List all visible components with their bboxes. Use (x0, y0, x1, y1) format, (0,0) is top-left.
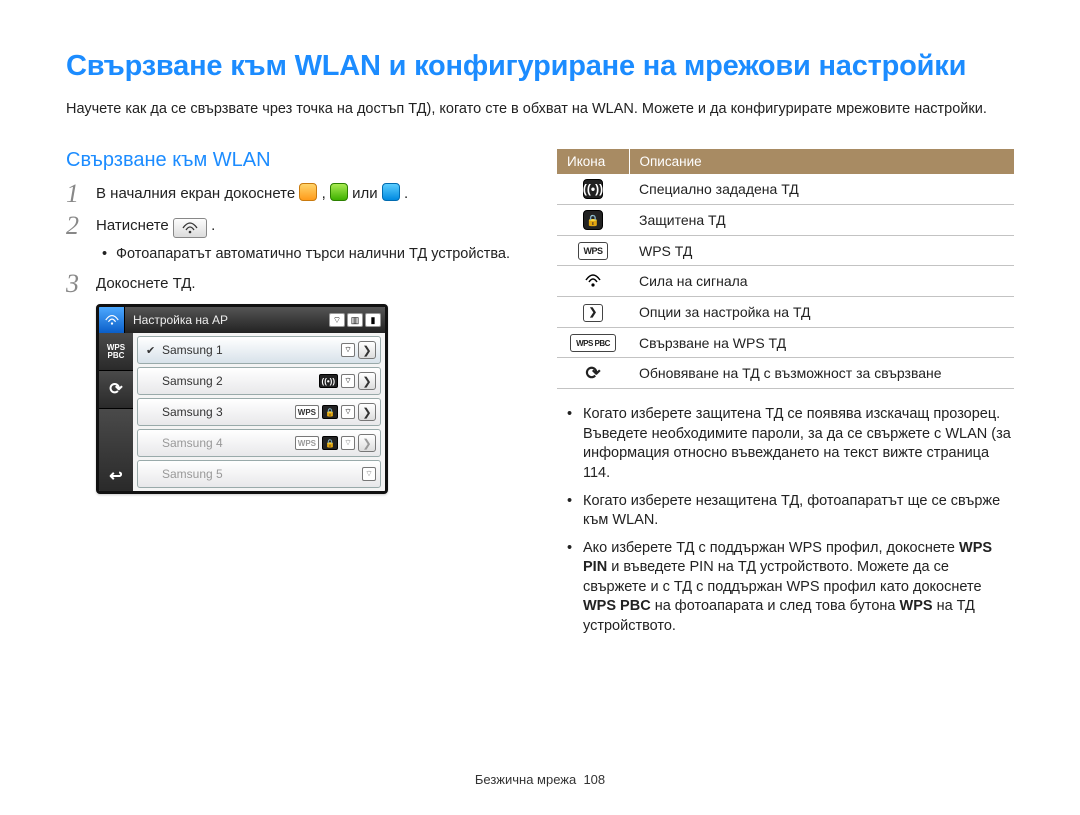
ap-setup-screenshot: Настройка на AP ⌔ ▥ ▮ WPS PBC ⟳ ↩ ✔Samsu… (96, 304, 388, 494)
ap-list: ✔Samsung 1⌔❯Samsung 2((•))⌔❯Samsung 3WPS… (133, 333, 385, 491)
step-1: 1 В началния екран докоснете , или . (66, 182, 523, 206)
icon-cell: 🔒 (557, 205, 629, 236)
ap-options-arrow[interactable]: ❯ (358, 434, 376, 452)
ap-list-row[interactable]: Samsung 5⌔ (137, 460, 381, 488)
ap-name: Samsung 5 (162, 467, 362, 481)
icon-cell (557, 266, 629, 297)
icon-legend-table: Икона Описание ((•)) Специално зададена Т… (557, 149, 1014, 389)
ap-list-row[interactable]: Samsung 2((•))⌔❯ (137, 367, 381, 395)
step-1-text-d: . (404, 185, 408, 202)
status-battery-icon: ▮ (365, 313, 381, 327)
th-icon: Икона (557, 149, 629, 174)
wifi-signal-icon (583, 271, 603, 291)
arrow-right-icon: ❯ (583, 304, 603, 322)
wifi-button-icon (173, 218, 207, 238)
lock-icon: 🔒 (322, 405, 338, 419)
icon-table-row: ((•)) Специално зададена ТД (557, 174, 1014, 205)
footer-page: 108 (583, 772, 605, 787)
icon-table-row: WPS PBC Свързване на WPS ТД (557, 327, 1014, 358)
mock-title: Настройка на AP (125, 313, 329, 327)
icon-table-row: Сила на сигнала (557, 266, 1014, 297)
icon-table-row: WPS WPS ТД (557, 236, 1014, 266)
step-3-text: Докоснете ТД. (96, 272, 523, 296)
wifi-signal-icon: ⌔ (341, 436, 355, 450)
desc-cell: Защитена ТД (629, 205, 1014, 236)
ap-list-row[interactable]: ✔Samsung 1⌔❯ (137, 336, 381, 364)
ap-options-arrow[interactable]: ❯ (358, 341, 376, 359)
lock-icon: 🔒 (322, 436, 338, 450)
section-subhead: Свързване към WLAN (66, 149, 523, 172)
page-footer: Безжична мрежа 108 (0, 772, 1080, 787)
step-1-text-b: , (322, 185, 330, 202)
step-number: 3 (66, 273, 96, 295)
ap-options-arrow[interactable]: ❯ (358, 372, 376, 390)
wifi-signal-icon: ⌔ (341, 343, 355, 357)
wifi-signal-icon: ⌔ (362, 467, 376, 481)
icon-cell: WPS PBC (557, 327, 629, 358)
icon-table-row: ❯ Опции за настройка на ТД (557, 297, 1014, 328)
wps-pbc-badge-icon: WPS PBC (570, 334, 616, 352)
ap-name: Samsung 4 (162, 436, 295, 450)
note-3: Ако изберете ТД с поддържан WPS профил, … (583, 539, 1014, 637)
icon-table-row: 🔒 Защитена ТД (557, 205, 1014, 236)
step-2-text-a: Натиснете (96, 217, 173, 234)
icon-cell: ⟳ (557, 358, 629, 389)
ap-list-row[interactable]: Samsung 3WPS🔒⌔❯ (137, 398, 381, 426)
step-2-text-b: . (211, 217, 215, 234)
status-icons: ⌔ ▥ ▮ (329, 313, 385, 327)
side-wps-pbc-button[interactable]: WPS PBC (99, 333, 133, 371)
home-app-icon-3 (382, 183, 400, 201)
icon-cell: ❯ (557, 297, 629, 328)
note-2: Когато изберете незащитена ТД, фотоапара… (583, 492, 1014, 531)
step-2: 2 Натиснете . (66, 214, 523, 238)
icon-table-row: ⟳ Обновяване на ТД с възможност за свързв… (557, 358, 1014, 389)
step-3: 3 Докоснете ТД. (66, 272, 523, 296)
side-back-button[interactable]: ↩ (99, 409, 133, 491)
home-app-icon-2 (330, 183, 348, 201)
note-1: Когато изберете защитена ТД се появява и… (583, 405, 1014, 483)
wps-badge-icon: WPS (295, 405, 319, 419)
desc-cell: WPS ТД (629, 236, 1014, 266)
wifi-signal-icon: ⌔ (341, 374, 355, 388)
wifi-signal-icon: ⌔ (341, 405, 355, 419)
desc-cell: Свързване на WPS ТД (629, 327, 1014, 358)
home-app-icon-1 (299, 183, 317, 201)
footer-section: Безжична мрежа (475, 772, 576, 787)
side-refresh-button[interactable]: ⟳ (99, 371, 133, 409)
wifi-header-icon (99, 307, 125, 333)
refresh-icon: ⟳ (583, 363, 603, 383)
adhoc-ap-icon: ((•)) (319, 374, 338, 388)
wps-badge-icon: WPS (295, 436, 319, 450)
desc-cell: Опции за настройка на ТД (629, 297, 1014, 328)
page-title: Свързване към WLAN и конфигуриране на мр… (66, 50, 1014, 83)
status-card-icon: ▥ (347, 313, 363, 327)
ap-name: Samsung 3 (162, 405, 295, 419)
icon-cell: ((•)) (557, 174, 629, 205)
step-number: 1 (66, 183, 96, 205)
adhoc-ap-icon: ((•)) (583, 179, 603, 199)
ap-options-arrow[interactable]: ❯ (358, 403, 376, 421)
intro-text: Научете как да се свързвате чрез точка н… (66, 99, 1014, 119)
ap-list-row[interactable]: Samsung 4WPS🔒⌔❯ (137, 429, 381, 457)
ap-name: Samsung 2 (162, 374, 319, 388)
icon-cell: WPS (557, 236, 629, 266)
step-1-text-a: В началния екран докоснете (96, 185, 299, 202)
step-2-sub-bullet: Фотоапаратът автоматично търси налични Т… (102, 246, 523, 262)
desc-cell: Обновяване на ТД с възможност за свързва… (629, 358, 1014, 389)
desc-cell: Специално зададена ТД (629, 174, 1014, 205)
wps-badge-icon: WPS (578, 242, 608, 260)
status-wifi-icon: ⌔ (329, 313, 345, 327)
step-1-text-c: или (352, 185, 382, 202)
step-number: 2 (66, 215, 96, 237)
ap-name: Samsung 1 (162, 343, 341, 357)
lock-icon: 🔒 (583, 210, 603, 230)
th-desc: Описание (629, 149, 1014, 174)
desc-cell: Сила на сигнала (629, 266, 1014, 297)
check-icon: ✔ (146, 344, 162, 357)
